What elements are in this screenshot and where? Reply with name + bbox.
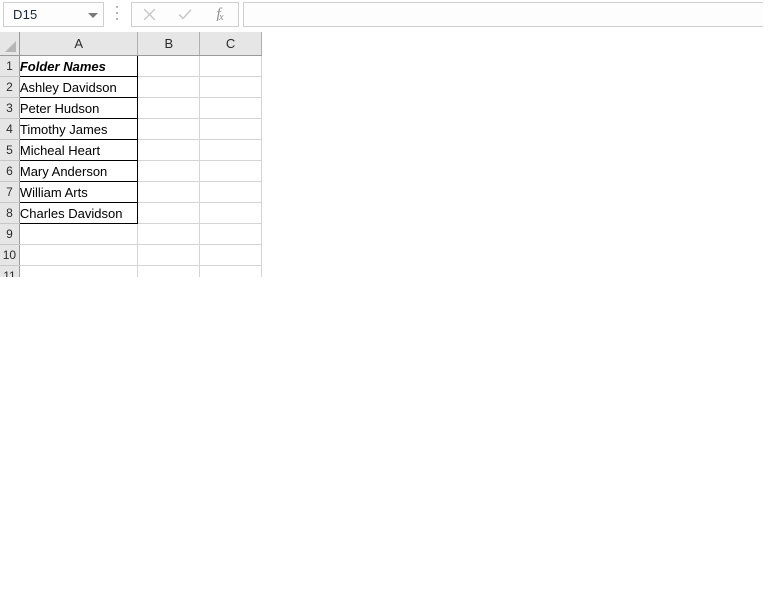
cell-a9[interactable]	[19, 223, 139, 245]
row-header-4[interactable]: 4	[0, 118, 20, 140]
chevron-down-icon[interactable]	[87, 9, 99, 21]
fx-icon-label: fx	[216, 6, 224, 23]
cell-b1[interactable]	[137, 55, 201, 77]
cell-c3[interactable]	[199, 97, 262, 119]
cell-b9[interactable]	[137, 223, 201, 245]
cell-b6[interactable]	[137, 160, 201, 182]
formula-input[interactable]	[243, 2, 763, 27]
dot	[116, 12, 118, 14]
table-row: 8 Charles Davidson	[0, 202, 262, 224]
row-header-10[interactable]: 10	[0, 244, 20, 266]
table-row: 7 William Arts	[0, 181, 262, 203]
table-row: 10	[0, 244, 262, 266]
cell-c11[interactable]	[199, 265, 262, 277]
worksheet-grid: A B C 1 Folder Names 2 Ashley Davidson 3…	[0, 32, 262, 277]
formula-bar: D15 fx	[0, 0, 768, 32]
dot	[116, 18, 118, 20]
cell-a6[interactable]: Mary Anderson	[18, 160, 139, 182]
formula-bar-buttons: fx	[131, 2, 239, 27]
row-header-3[interactable]: 3	[0, 97, 20, 119]
cell-c8[interactable]	[199, 202, 262, 224]
cell-c2[interactable]	[199, 76, 262, 98]
table-row: 5 Micheal Heart	[0, 139, 262, 161]
cell-c7[interactable]	[199, 181, 262, 203]
cell-a8[interactable]: Charles Davidson	[18, 202, 139, 224]
row-header-11[interactable]: 11	[0, 265, 20, 277]
cell-a7[interactable]: William Arts	[18, 181, 139, 203]
cell-b8[interactable]	[137, 202, 201, 224]
cell-c4[interactable]	[199, 118, 262, 140]
column-header-row: A B C	[0, 32, 262, 56]
cell-a3[interactable]: Peter Hudson	[18, 97, 139, 119]
cell-b10[interactable]	[137, 244, 201, 266]
table-row: 4 Timothy James	[0, 118, 262, 140]
table-row: 11	[0, 265, 262, 277]
cell-b3[interactable]	[137, 97, 201, 119]
check-icon[interactable]	[170, 3, 200, 26]
table-row: 1 Folder Names	[0, 55, 262, 77]
dot	[116, 6, 118, 8]
cell-a1[interactable]: Folder Names	[18, 55, 139, 77]
row-header-9[interactable]: 9	[0, 223, 20, 245]
sheet-body: 1 Folder Names 2 Ashley Davidson 3 Peter…	[0, 55, 262, 277]
cell-c10[interactable]	[199, 244, 262, 266]
select-all-triangle-icon[interactable]	[0, 32, 20, 56]
row-header-8[interactable]: 8	[0, 202, 20, 224]
cell-a2[interactable]: Ashley Davidson	[18, 76, 139, 98]
cell-b11[interactable]	[137, 265, 201, 277]
column-header-a[interactable]: A	[19, 32, 139, 56]
cell-c9[interactable]	[199, 223, 262, 245]
name-box[interactable]: D15	[3, 2, 104, 27]
table-row: 6 Mary Anderson	[0, 160, 262, 182]
sheet-table: A B C 1 Folder Names 2 Ashley Davidson 3…	[0, 32, 262, 277]
cell-b4[interactable]	[137, 118, 201, 140]
row-header-5[interactable]: 5	[0, 139, 20, 161]
column-header-b[interactable]: B	[137, 32, 201, 56]
close-icon[interactable]	[135, 3, 165, 26]
name-box-value: D15	[13, 7, 38, 22]
row-header-1[interactable]: 1	[0, 55, 20, 77]
fx-icon[interactable]: fx	[205, 3, 235, 26]
cell-b2[interactable]	[137, 76, 201, 98]
table-row: 3 Peter Hudson	[0, 97, 262, 119]
table-row: 2 Ashley Davidson	[0, 76, 262, 98]
cell-b5[interactable]	[137, 139, 201, 161]
cell-a11[interactable]	[19, 265, 139, 277]
cell-c1[interactable]	[199, 55, 262, 77]
cell-b7[interactable]	[137, 181, 201, 203]
column-header-c[interactable]: C	[199, 32, 262, 56]
row-header-2[interactable]: 2	[0, 76, 20, 98]
cell-c5[interactable]	[199, 139, 262, 161]
cell-a10[interactable]	[19, 244, 139, 266]
cell-a4[interactable]: Timothy James	[18, 118, 139, 140]
cell-a5[interactable]: Micheal Heart	[18, 139, 139, 161]
cell-c6[interactable]	[199, 160, 262, 182]
row-header-6[interactable]: 6	[0, 160, 20, 182]
vertical-dots-icon[interactable]	[112, 6, 122, 24]
row-header-7[interactable]: 7	[0, 181, 20, 203]
table-row: 9	[0, 223, 262, 245]
